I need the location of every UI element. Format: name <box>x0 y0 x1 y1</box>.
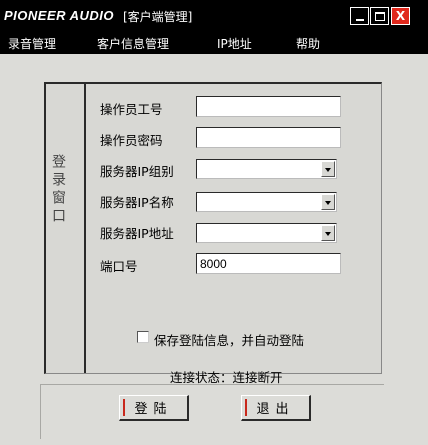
window-title: [客户端管理] <box>123 10 193 24</box>
auto-login-label[interactable]: 保存登陆信息，并自动登陆 <box>154 330 304 349</box>
menu-ip-address[interactable]: IP地址 <box>217 35 252 52</box>
port-label: 端口号 <box>100 259 138 274</box>
menu-help[interactable]: 帮助 <box>296 35 320 52</box>
window-client-area: 登录窗口 操作员工号 操作员密码 服务器IP组别 服务器IP名称 服务器IP地址… <box>0 54 428 445</box>
app-logo: PIONEER AUDIO <box>4 8 115 23</box>
chevron-down-icon[interactable] <box>321 225 335 241</box>
auto-login-checkbox[interactable] <box>137 331 149 343</box>
login-button[interactable]: 登陆 <box>119 395 189 421</box>
button-bar <box>40 384 384 439</box>
login-side-tab: 登录窗口 <box>46 84 86 373</box>
login-window-label: 登录窗口 <box>50 154 66 226</box>
operator-password-input[interactable] <box>196 127 341 148</box>
menu-recording[interactable]: 录音管理 <box>8 35 56 52</box>
server-ip-name-select[interactable] <box>196 192 337 212</box>
server-ip-address-label: 服务器IP地址 <box>100 226 174 241</box>
port-input[interactable] <box>196 253 341 274</box>
chevron-down-icon[interactable] <box>321 161 335 177</box>
exit-button[interactable]: 退出 <box>241 395 311 421</box>
server-ip-group-select[interactable] <box>196 159 337 179</box>
maximize-button[interactable] <box>370 7 389 25</box>
operator-id-label: 操作员工号 <box>100 102 163 117</box>
chevron-down-icon[interactable] <box>321 194 335 210</box>
server-ip-group-label: 服务器IP组别 <box>100 164 174 179</box>
close-icon: X <box>395 9 406 23</box>
maximize-icon <box>374 11 385 21</box>
close-button[interactable]: X <box>391 7 410 25</box>
minimize-button[interactable] <box>350 7 369 25</box>
operator-id-input[interactable] <box>196 96 341 117</box>
server-ip-address-select[interactable] <box>196 223 337 243</box>
title-bar: PIONEER AUDIO [客户端管理] X <box>0 0 428 32</box>
menu-client-info[interactable]: 客户信息管理 <box>97 35 169 52</box>
login-panel: 登录窗口 操作员工号 操作员密码 服务器IP组别 服务器IP名称 服务器IP地址… <box>44 82 382 385</box>
operator-password-label: 操作员密码 <box>100 133 163 148</box>
minimize-icon <box>355 19 364 21</box>
server-ip-name-label: 服务器IP名称 <box>100 195 174 210</box>
menu-bar: 录音管理 客户信息管理 IP地址 帮助 <box>0 32 428 54</box>
